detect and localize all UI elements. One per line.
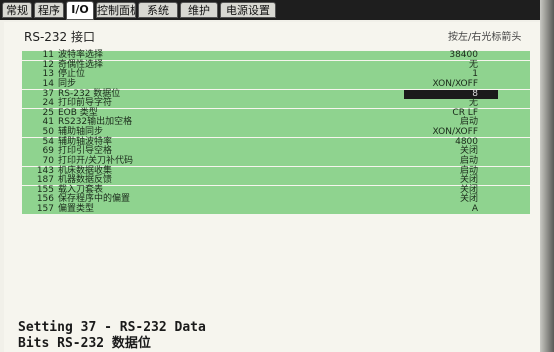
page-title: RS-232 接口 xyxy=(24,30,96,44)
setting-name: 同步 xyxy=(58,78,77,89)
setting-value[interactable]: A xyxy=(472,204,478,214)
tab-2[interactable]: I/O xyxy=(66,1,94,20)
tab-5[interactable]: 维护 xyxy=(180,2,218,18)
help-line-2: Bits RS-232 数据位 xyxy=(18,336,151,351)
tab-4[interactable]: 系统 xyxy=(138,2,178,18)
setting-row[interactable]: 50 辅助轴同步 XON/XOFF xyxy=(22,127,530,138)
tab-1[interactable]: 程序 xyxy=(34,2,64,18)
settings-list: 11 波特率选择 38400 12 奇偶性选择无 13 停止位 1 14 同步 XON/XOFF 37… xyxy=(22,50,530,215)
setting-row[interactable]: 12 奇偶性选择无 xyxy=(22,60,530,70)
tab-6[interactable]: 电源设置 xyxy=(220,2,276,18)
setting-row[interactable]: 14 同步 XON/XOFF xyxy=(22,78,530,90)
setting-number: 11 xyxy=(42,50,54,60)
setting-name: 偏置类型 xyxy=(58,204,95,214)
setting-row[interactable]: 70 打印开/关刀补代码 启动 xyxy=(22,155,530,167)
monitor-bezel xyxy=(540,0,554,352)
setting-value[interactable]: XON/XOFF xyxy=(433,79,478,89)
help-text: Setting 37 - RS-232 Data Bits RS-232 数据位 xyxy=(18,320,206,352)
tab-bar: 常规程序I/O控制面板系统维护电源设置 xyxy=(0,0,540,20)
setting-value[interactable]: 38400 xyxy=(449,50,478,60)
setting-row[interactable]: 156 保存程序中的偏置 关闭 xyxy=(22,195,530,205)
hint-text: 按左/右光标箭头 xyxy=(448,32,522,43)
setting-number: 50 xyxy=(42,127,54,137)
help-line-1: Setting 37 - RS-232 Data xyxy=(18,320,206,335)
tab-3[interactable]: 控制面板 xyxy=(96,2,136,18)
setting-number: 157 xyxy=(36,204,54,214)
tab-0[interactable]: 常规 xyxy=(2,2,32,18)
selection-cursor xyxy=(404,89,498,99)
setting-row[interactable]: 11 波特率选择 38400 xyxy=(22,50,530,61)
setting-row[interactable]: 157 偏置类型 A xyxy=(22,204,530,215)
setting-number: 14 xyxy=(42,78,54,89)
setting-number: 70 xyxy=(42,155,54,166)
cnc-screen: 常规程序I/O控制面板系统维护电源设置 RS-232 接口 按左/右光标箭头 1… xyxy=(0,0,554,352)
setting-name: 辅助轴同步 xyxy=(58,127,104,137)
setting-value[interactable]: 启动 xyxy=(460,156,478,166)
setting-name: 打印开/关刀补代码 xyxy=(58,155,134,166)
setting-value[interactable]: XON/XOFF xyxy=(433,127,478,137)
setting-name: 波特率选择 xyxy=(58,50,104,60)
